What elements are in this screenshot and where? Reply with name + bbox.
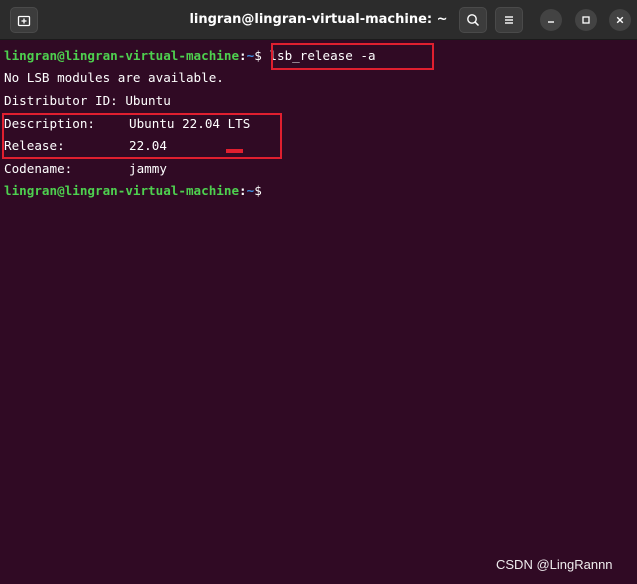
prompt-line: lingran@lingran-virtual-machine:~$ xyxy=(4,180,262,202)
underline-mark xyxy=(226,149,243,153)
codename-value: jammy xyxy=(129,161,167,176)
search-icon xyxy=(467,14,480,27)
terminal-window: lingran@lingran-virtual-machine: ~ lingr… xyxy=(0,0,637,584)
output-codename: Codename: jammy xyxy=(4,158,167,180)
minimize-button[interactable] xyxy=(540,9,562,31)
prompt-colon: : xyxy=(239,48,247,63)
prompt-dollar: $ xyxy=(254,183,262,198)
close-button[interactable] xyxy=(609,9,631,31)
menu-button[interactable] xyxy=(495,7,523,33)
prompt-dollar: $ xyxy=(254,48,262,63)
command-highlight-box xyxy=(271,43,434,70)
maximize-button[interactable] xyxy=(575,9,597,31)
title-bar[interactable]: lingran@lingran-virtual-machine: ~ xyxy=(0,0,637,40)
codename-label: Codename: xyxy=(4,161,73,176)
close-icon xyxy=(616,16,624,24)
minimize-icon xyxy=(548,21,554,23)
output-no-lsb: No LSB modules are available. xyxy=(4,70,224,85)
output-distributor: Distributor ID: Ubuntu xyxy=(4,93,171,108)
watermark: CSDN @LingRannn xyxy=(496,557,613,572)
prompt-user-host: lingran@lingran-virtual-machine xyxy=(4,48,240,63)
hamburger-menu-icon xyxy=(505,16,513,24)
search-button[interactable] xyxy=(459,7,487,33)
prompt-colon: : xyxy=(239,183,247,198)
maximize-icon xyxy=(582,16,590,24)
prompt-user-host: lingran@lingran-virtual-machine xyxy=(4,183,240,198)
